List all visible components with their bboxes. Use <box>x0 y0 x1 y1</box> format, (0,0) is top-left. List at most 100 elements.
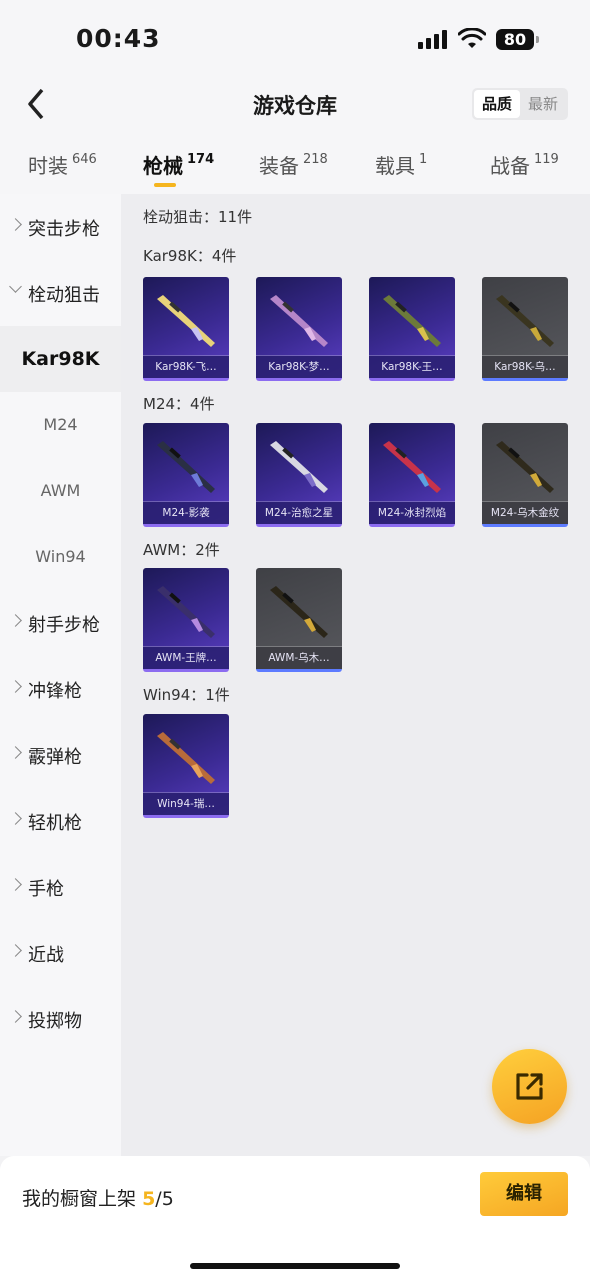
item-card[interactable]: AWM-王牌… <box>143 568 229 672</box>
section-heading-kar98k: Kar98K：4件 <box>143 247 237 265</box>
item-card[interactable]: M24-冰封烈焰 <box>369 423 455 527</box>
item-card[interactable]: Win94-瑞… <box>143 714 229 818</box>
item-card[interactable]: M24-乌木金纹 <box>482 423 568 527</box>
sidebar-item-label: 投掷物 <box>28 1011 82 1032</box>
tab-guns[interactable]: 枪械 174 <box>143 150 214 179</box>
rifle-skin-icon <box>157 441 215 493</box>
bottom-bar: 我的橱窗上架 5/5 编辑 <box>0 1156 590 1280</box>
sidebar-item-label: 轻机枪 <box>28 813 82 834</box>
chevron-right-icon <box>9 218 22 231</box>
item-name: Kar98K-梦… <box>256 356 342 378</box>
rifle-skin-icon <box>157 295 215 347</box>
item-name: Kar98K-乌… <box>482 356 568 378</box>
active-tab-indicator <box>154 183 176 187</box>
sort-by-quality-button[interactable]: 品质 <box>474 90 520 118</box>
rifle-skin-icon <box>496 441 554 493</box>
sort-by-newest-button[interactable]: 最新 <box>520 90 566 118</box>
sidebar-item-label: 射手步枪 <box>28 615 100 636</box>
item-card[interactable]: M24-影袭 <box>143 423 229 527</box>
chevron-right-icon <box>9 812 22 825</box>
wifi-icon <box>458 28 486 48</box>
chevron-down-icon <box>9 280 22 293</box>
sidebar-item-m24[interactable]: M24 <box>0 392 121 458</box>
sidebar-item-label: Kar98K <box>21 348 100 370</box>
tab-count: 218 <box>303 152 328 168</box>
item-card[interactable]: Kar98K-飞… <box>143 277 229 381</box>
item-name: M24-冰封烈焰 <box>369 502 455 524</box>
category-summary: 栓动狙击：11件 <box>143 208 253 226</box>
category-tabs: 时装 646 枪械 174 装备 218 载具 1 战备 119 <box>0 134 590 194</box>
sidebar-item-win94[interactable]: Win94 <box>0 524 121 590</box>
item-card[interactable]: AWM-乌木… <box>256 568 342 672</box>
sidebar-item-shotguns[interactable]: 霰弹枪 <box>0 722 121 788</box>
tab-label: 载具 <box>375 154 415 178</box>
tab-equipment[interactable]: 装备 218 <box>259 150 328 179</box>
clock: 00:43 <box>76 24 161 53</box>
share-button[interactable] <box>492 1049 567 1124</box>
sidebar-item-label: AWM <box>40 481 81 500</box>
chevron-right-icon <box>9 944 22 957</box>
rifle-skin-icon <box>383 441 441 493</box>
sidebar-item-awm[interactable]: AWM <box>0 458 121 524</box>
item-card[interactable]: Kar98K-王… <box>369 277 455 381</box>
shelf-label: 我的橱窗上架 <box>22 1188 137 1210</box>
tab-count: 1 <box>419 152 428 168</box>
tab-count: 174 <box>187 152 215 168</box>
sidebar-item-assault-rifles[interactable]: 突击步枪 <box>0 194 121 260</box>
item-card[interactable]: Kar98K-乌… <box>482 277 568 381</box>
sort-toggle: 品质 最新 <box>472 88 568 120</box>
home-indicator[interactable] <box>190 1263 400 1269</box>
item-name: AWM-王牌… <box>143 647 229 669</box>
nav-bar: 游戏仓库 品质 最新 <box>0 76 590 134</box>
rifle-skin-icon <box>270 295 328 347</box>
rifle-skin-icon <box>270 586 328 638</box>
sidebar-item-marksman-rifles[interactable]: 射手步枪 <box>0 590 121 656</box>
shelf-total-count: /5 <box>155 1188 174 1210</box>
edit-button[interactable]: 编辑 <box>480 1172 568 1216</box>
item-card[interactable]: M24-治愈之星 <box>256 423 342 527</box>
share-external-icon <box>516 1073 543 1100</box>
sidebar-item-throwables[interactable]: 投掷物 <box>0 986 121 1052</box>
sidebar-item-label: Win94 <box>35 547 86 566</box>
sidebar-item-lmgs[interactable]: 轻机枪 <box>0 788 121 854</box>
tab-fashion[interactable]: 时装 646 <box>28 150 97 179</box>
status-bar: 00:43 80 <box>0 0 590 76</box>
chevron-right-icon <box>9 746 22 759</box>
sidebar-item-label: 霰弹枪 <box>28 747 82 768</box>
chevron-right-icon <box>9 680 22 693</box>
tab-label: 装备 <box>259 154 299 178</box>
item-grid-panel: 栓动狙击：11件 Kar98K：4件 Kar98K-飞… Kar98K-梦… K… <box>121 194 590 1156</box>
rifle-skin-icon <box>157 732 215 784</box>
section-heading-win94: Win94：1件 <box>143 686 230 704</box>
item-name: Kar98K-王… <box>369 356 455 378</box>
sidebar-item-label: M24 <box>43 415 78 434</box>
tab-count: 646 <box>72 152 97 168</box>
item-name: Win94-瑞… <box>143 793 229 815</box>
rifle-skin-icon <box>270 441 328 493</box>
sidebar-item-melee[interactable]: 近战 <box>0 920 121 986</box>
chevron-right-icon <box>9 614 22 627</box>
sidebar-item-smgs[interactable]: 冲锋枪 <box>0 656 121 722</box>
tab-count: 119 <box>534 152 559 168</box>
item-name: M24-影袭 <box>143 502 229 524</box>
item-card[interactable]: Kar98K-梦… <box>256 277 342 381</box>
tab-vehicles[interactable]: 载具 1 <box>375 150 427 179</box>
rifle-skin-icon <box>157 586 215 638</box>
item-name: Kar98K-飞… <box>143 356 229 378</box>
sidebar-item-bolt-action-snipers[interactable]: 栓动狙击 <box>0 260 121 326</box>
sidebar-item-pistols[interactable]: 手枪 <box>0 854 121 920</box>
rifle-skin-icon <box>496 295 554 347</box>
sidebar-item-label: 冲锋枪 <box>28 681 82 702</box>
chevron-right-icon <box>9 1010 22 1023</box>
section-heading-m24: M24：4件 <box>143 395 215 413</box>
chevron-right-icon <box>9 878 22 891</box>
tab-war-prep[interactable]: 战备 119 <box>490 150 559 179</box>
sidebar-item-label: 栓动狙击 <box>28 285 100 306</box>
sidebar-item-label: 近战 <box>28 945 64 966</box>
sidebar: 突击步枪 栓动狙击 Kar98K M24 AWM Win94 射手步枪 冲锋枪 … <box>0 194 121 1156</box>
sidebar-item-kar98k[interactable]: Kar98K <box>0 326 121 392</box>
back-chevron-icon[interactable] <box>22 86 52 122</box>
item-name: M24-乌木金纹 <box>482 502 568 524</box>
showcase-shelf-status: 我的橱窗上架 5/5 <box>22 1184 174 1211</box>
battery-icon: 80 <box>496 29 539 50</box>
